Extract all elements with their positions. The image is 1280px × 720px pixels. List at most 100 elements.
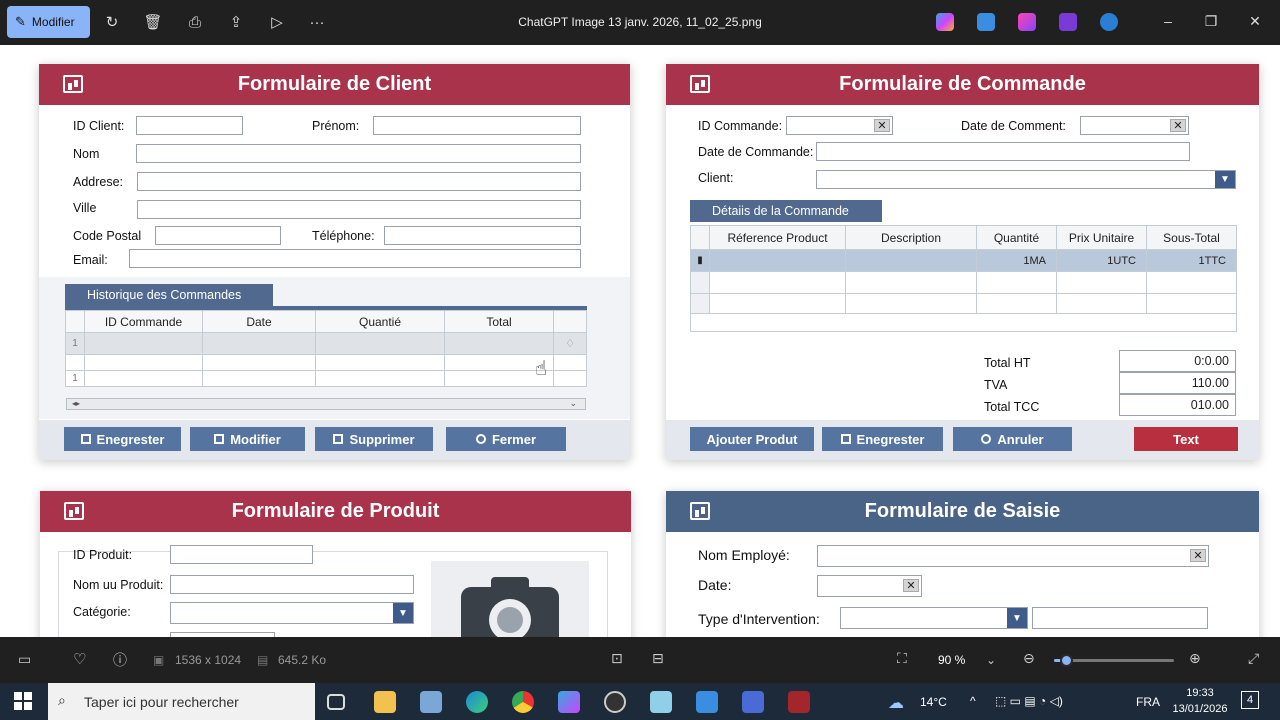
image-canvas: Formulaire de Client ID Client: Prénom: … xyxy=(0,45,1280,637)
date-commande-field[interactable] xyxy=(816,142,1190,161)
clear-icon[interactable]: ✕ xyxy=(1170,119,1186,132)
fit-icon[interactable]: ⛶ xyxy=(897,650,907,667)
edge-icon[interactable] xyxy=(466,691,488,713)
favorite-icon[interactable]: ♡ xyxy=(73,650,86,668)
filmstrip-icon[interactable]: ▭ xyxy=(18,651,31,668)
store-icon[interactable] xyxy=(742,691,764,713)
client-delete-button[interactable]: Supprimer xyxy=(315,427,433,451)
col-quantite[interactable]: Quantité xyxy=(976,225,1057,250)
tray-expand-icon[interactable]: ^ xyxy=(970,694,976,708)
details-tab[interactable]: Détaiis de la Commande xyxy=(690,200,882,222)
chevron-down-icon[interactable]: ▼ xyxy=(1007,608,1027,628)
nom-employe-field[interactable]: ✕ xyxy=(817,545,1209,567)
col-date[interactable]: Date xyxy=(202,310,316,333)
task-view-icon[interactable] xyxy=(327,694,345,710)
col-reference[interactable]: Réference Product xyxy=(709,225,846,250)
table-row[interactable] xyxy=(690,313,1237,332)
chevron-down-icon[interactable]: ▼ xyxy=(393,603,413,623)
zoom-level[interactable]: 90 % xyxy=(938,653,965,667)
text-select-icon[interactable]: ⊟ xyxy=(652,650,664,667)
col-total[interactable]: Total xyxy=(444,310,554,333)
info-icon[interactable]: ⓘ xyxy=(113,650,127,670)
client-modify-button[interactable]: Modifier xyxy=(190,427,305,451)
video-editor-icon[interactable] xyxy=(1059,13,1077,31)
windows-start-icon[interactable] xyxy=(14,692,32,710)
zoom-in-icon[interactable]: ⊕ xyxy=(1189,650,1201,667)
camera-icon xyxy=(461,577,559,637)
clock[interactable]: 19:33 13/01/2026 xyxy=(1170,685,1230,717)
clear-icon[interactable]: ✕ xyxy=(1190,549,1206,562)
chrome-icon[interactable] xyxy=(512,691,534,713)
id-produit-field[interactable] xyxy=(170,545,313,564)
col-id-commande[interactable]: ID Commande xyxy=(84,310,203,333)
nom-produit-field[interactable] xyxy=(170,575,414,594)
table-row[interactable]: 1 xyxy=(65,370,587,387)
order-save-button[interactable]: Enegrester xyxy=(822,427,943,451)
add-product-button[interactable]: Ajouter Produt xyxy=(690,427,814,451)
table-row[interactable]: 1 ♢ xyxy=(65,332,587,355)
copilot-icon[interactable] xyxy=(936,13,954,31)
weather-icon[interactable]: ☁ xyxy=(888,693,904,713)
tray-icons[interactable]: ⬚ ▭ ▤ ◔ ◁) xyxy=(995,694,1063,708)
fullscreen-icon[interactable]: ⤢ xyxy=(1248,650,1259,667)
clear-icon[interactable]: ✕ xyxy=(874,119,890,132)
table-row[interactable]: ▮ 1MA 1UTC 1TTC xyxy=(690,249,1237,272)
weather-temp[interactable]: 14°C xyxy=(920,695,947,709)
date-comment-field[interactable]: ✕ xyxy=(1080,116,1189,135)
notification-badge[interactable]: 4 xyxy=(1241,691,1259,709)
chevron-down-icon[interactable]: ▼ xyxy=(1215,171,1235,188)
nom-produit-label: Nom uu Produit: xyxy=(73,578,164,592)
close-icon[interactable]: ✕ xyxy=(1245,13,1265,30)
telephone-field[interactable] xyxy=(384,226,581,245)
zoom-slider[interactable] xyxy=(1054,654,1174,667)
client-close-button[interactable]: Fermer xyxy=(446,427,566,451)
language-indicator[interactable]: FRA xyxy=(1136,695,1160,709)
maximize-icon[interactable]: ❐ xyxy=(1201,13,1221,30)
crop-icon[interactable]: ⊡ xyxy=(611,650,623,667)
code-postal-field[interactable] xyxy=(155,226,281,245)
date-field[interactable]: ✕ xyxy=(817,575,922,597)
notes-icon[interactable] xyxy=(650,691,672,713)
taskbar-search[interactable]: ⌕ Taper ici pour rechercher xyxy=(48,683,315,720)
id-client-field[interactable] xyxy=(136,116,243,135)
zoom-slider-thumb[interactable] xyxy=(1060,654,1073,667)
client-save-button[interactable]: Enegrester xyxy=(64,427,181,451)
col-quantite[interactable]: Quantié xyxy=(315,310,445,333)
table-row[interactable] xyxy=(65,354,587,371)
email-field[interactable] xyxy=(129,249,581,268)
col-prix-unitaire[interactable]: Prix Unitaire xyxy=(1056,225,1147,250)
clear-icon[interactable]: ✕ xyxy=(903,579,919,592)
type-intervention-select[interactable]: ▼ xyxy=(840,607,1028,629)
type-intervention-extra-field[interactable] xyxy=(1032,607,1208,629)
text-button[interactable]: Text xyxy=(1134,427,1238,451)
designer-icon[interactable] xyxy=(977,13,995,31)
clipchamp-icon[interactable] xyxy=(1018,13,1036,31)
table-row[interactable] xyxy=(690,271,1237,294)
id-commande-field[interactable]: ✕ xyxy=(786,116,893,135)
minimize-icon[interactable]: – xyxy=(1158,13,1178,29)
horizontal-scrollbar[interactable]: ◂▸ ⌄ xyxy=(66,398,586,410)
adresse-field[interactable] xyxy=(137,172,581,191)
table-row[interactable] xyxy=(690,293,1237,314)
app-icon[interactable] xyxy=(420,691,442,713)
obs-icon[interactable] xyxy=(604,691,626,713)
prenom-field[interactable] xyxy=(373,116,581,135)
ville-field[interactable] xyxy=(137,200,581,219)
history-tab[interactable]: Historique des Commandes xyxy=(65,284,273,306)
product-image-placeholder[interactable] xyxy=(431,561,589,637)
col-sous-total[interactable]: Sous-Total xyxy=(1146,225,1237,250)
file-explorer-icon[interactable] xyxy=(374,691,396,713)
scroll-left-icon[interactable]: ◂▸ xyxy=(72,399,80,408)
order-cancel-button[interactable]: Anruler xyxy=(953,427,1072,451)
col-description[interactable]: Description xyxy=(845,225,977,250)
onedrive-icon[interactable] xyxy=(1100,13,1118,31)
m365-icon[interactable] xyxy=(558,691,580,713)
access-icon[interactable] xyxy=(788,691,810,713)
categorie-select[interactable]: ▼ xyxy=(170,602,414,624)
scroll-down-icon[interactable]: ⌄ xyxy=(569,398,577,409)
zoom-out-icon[interactable]: ⊖ xyxy=(1023,650,1035,667)
zoom-dropdown-icon[interactable]: ⌄ xyxy=(986,653,996,667)
nom-field[interactable] xyxy=(136,144,581,163)
photos-icon[interactable] xyxy=(696,691,718,713)
client-select[interactable]: ▼ xyxy=(816,170,1236,189)
